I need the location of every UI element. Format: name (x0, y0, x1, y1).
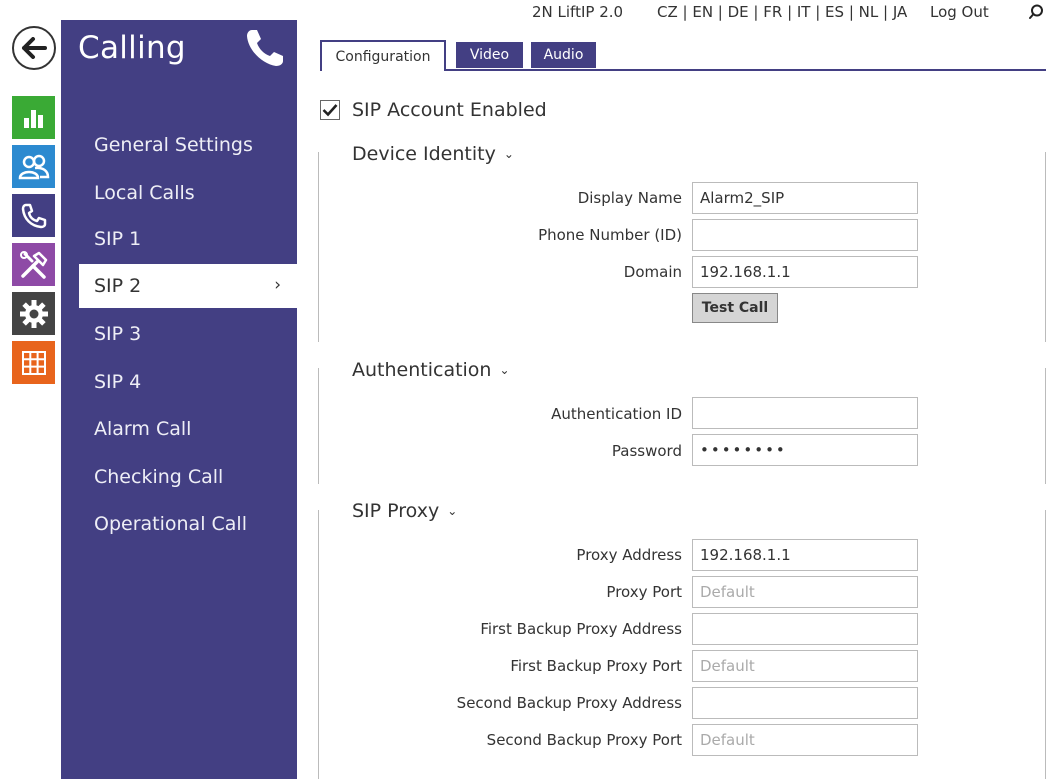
sidebar-item-label: SIP 4 (94, 371, 142, 393)
second-backup-address-field[interactable] (692, 687, 918, 719)
chevron-right-icon: › (274, 275, 281, 295)
sidebar-item-label: SIP 3 (94, 323, 142, 345)
sidebar-item-sip-3[interactable]: SIP 3 (79, 312, 297, 356)
tab-audio[interactable]: Audio (531, 42, 596, 68)
second-backup-port-label: Second Backup Proxy Port (486, 731, 682, 749)
sidebar-item-general-settings[interactable]: General Settings (79, 123, 297, 167)
proxy-address-label: Proxy Address (576, 546, 682, 564)
logout-link[interactable]: Log Out (930, 3, 989, 21)
display-name-field[interactable] (692, 182, 918, 214)
directory-users-icon[interactable] (12, 145, 55, 188)
device-identity-title-text: Device Identity (352, 143, 496, 165)
language-selector[interactable]: CZ | EN | DE | FR | IT | ES | NL | JA (657, 3, 907, 21)
proxy-port-field[interactable] (692, 576, 918, 608)
system-gear-icon[interactable] (12, 292, 55, 335)
second-backup-address-label: Second Backup Proxy Address (456, 694, 682, 712)
status-chart-icon[interactable] (12, 96, 55, 139)
auth-id-field[interactable] (692, 397, 918, 429)
sidebar-item-sip-2[interactable]: SIP 2 › (79, 264, 297, 308)
sidebar-item-label: Operational Call (94, 513, 247, 535)
app-root: Calling General Settings Local Calls SIP… (0, 0, 1056, 779)
domain-label: Domain (623, 263, 682, 281)
sidebar-item-label: General Settings (94, 134, 253, 156)
authentication-section (318, 368, 1046, 484)
first-backup-address-label: First Backup Proxy Address (480, 620, 682, 638)
tab-configuration[interactable]: Configuration (320, 40, 446, 71)
phone-number-field[interactable] (692, 219, 918, 251)
first-backup-address-field[interactable] (692, 613, 918, 645)
password-field[interactable] (692, 434, 918, 466)
device-name: 2N LiftIP 2.0 (532, 3, 624, 21)
auth-id-label: Authentication ID (551, 405, 682, 423)
checkmark-icon (322, 104, 338, 117)
authentication-title-text: Authentication (352, 359, 492, 381)
sip-account-enabled-row[interactable]: SIP Account Enabled (320, 99, 547, 121)
second-backup-port-field[interactable] (692, 724, 918, 756)
test-call-button[interactable]: Test Call (692, 293, 778, 323)
first-backup-port-label: First Backup Proxy Port (510, 657, 682, 675)
sip-proxy-title-text: SIP Proxy (352, 500, 440, 522)
sidebar-item-local-calls[interactable]: Local Calls (79, 171, 297, 215)
sidebar-item-label: Local Calls (94, 182, 195, 204)
chevron-down-icon: ⌄ (447, 504, 458, 518)
sidebar-item-checking-call[interactable]: Checking Call (79, 455, 297, 499)
sidebar-item-label: Alarm Call (94, 418, 192, 440)
chevron-down-icon: ⌄ (503, 147, 514, 161)
sip-account-enabled-label: SIP Account Enabled (352, 99, 547, 121)
device-identity-title[interactable]: Device Identity ⌄ (352, 143, 520, 165)
sidebar-item-sip-1[interactable]: SIP 1 (79, 217, 297, 261)
calling-phone-icon[interactable] (12, 194, 55, 237)
sidebar-item-label: SIP 1 (94, 228, 142, 250)
tab-video[interactable]: Video (456, 42, 523, 68)
first-backup-port-field[interactable] (692, 650, 918, 682)
phone-icon (243, 26, 287, 70)
search-icon[interactable] (1028, 4, 1044, 20)
sidebar-item-sip-4[interactable]: SIP 4 (79, 360, 297, 404)
sidebar-item-label: Checking Call (94, 466, 224, 488)
password-label: Password (611, 442, 682, 460)
authentication-title[interactable]: Authentication ⌄ (352, 359, 516, 381)
hardware-tools-icon[interactable] (12, 243, 55, 286)
domain-field[interactable] (692, 256, 918, 288)
sip-proxy-section (318, 510, 1046, 779)
device-identity-section (318, 152, 1046, 342)
sidebar-item-alarm-call[interactable]: Alarm Call (79, 407, 297, 451)
sidebar-item-operational-call[interactable]: Operational Call (79, 502, 297, 546)
chevron-down-icon: ⌄ (499, 363, 510, 377)
back-arrow-icon[interactable] (12, 26, 56, 70)
sidebar-item-label: SIP 2 (94, 275, 142, 297)
display-name-label: Display Name (577, 189, 682, 207)
sip-account-enabled-checkbox[interactable] (320, 100, 340, 120)
proxy-address-field[interactable] (692, 539, 918, 571)
services-grid-icon[interactable] (12, 341, 55, 384)
sidebar-title: Calling (78, 30, 186, 66)
sip-proxy-title[interactable]: SIP Proxy ⌄ (352, 500, 464, 522)
phone-number-label: Phone Number (ID) (538, 226, 682, 244)
proxy-port-label: Proxy Port (606, 583, 682, 601)
